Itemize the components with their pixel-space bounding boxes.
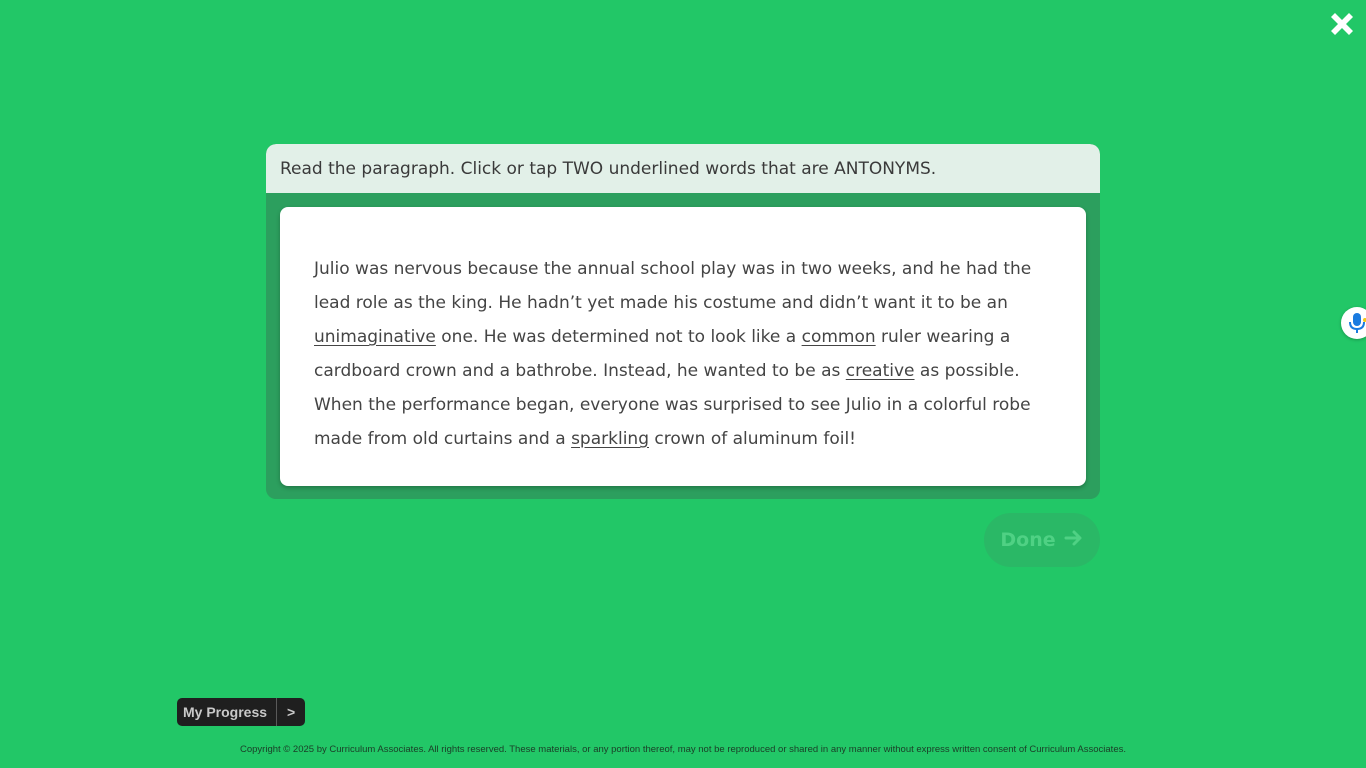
passage-paragraph: Julio was nervous because the annual sch… bbox=[314, 252, 1052, 456]
word-choice-common[interactable]: common bbox=[802, 327, 876, 347]
copyright-footer: Copyright © 2025 by Curriculum Associate… bbox=[240, 744, 1126, 755]
passage-text: Julio was nervous because the annual sch… bbox=[314, 259, 1032, 313]
microphone-button[interactable] bbox=[1341, 307, 1366, 339]
my-progress-label: My Progress bbox=[183, 704, 268, 720]
prompt-text: Read the paragraph. Click or tap TWO und… bbox=[280, 158, 937, 179]
my-progress-button[interactable]: My Progress > bbox=[177, 698, 306, 726]
passage-text: one. He was determined not to look like … bbox=[435, 327, 802, 347]
activity-screen: Read the paragraph. Click or tap TWO und… bbox=[0, 0, 1366, 768]
word-choice-unimaginative[interactable]: unimaginative bbox=[314, 327, 436, 347]
word-choice-sparkling[interactable]: sparkling bbox=[571, 429, 649, 449]
done-button[interactable]: Done bbox=[984, 513, 1100, 567]
my-progress-arrow: > bbox=[276, 698, 305, 726]
word-choice-creative[interactable]: creative bbox=[846, 361, 915, 381]
passage-box: Julio was nervous because the annual sch… bbox=[280, 207, 1086, 486]
prompt-bar: Read the paragraph. Click or tap TWO und… bbox=[266, 144, 1100, 193]
close-icon[interactable] bbox=[1326, 8, 1358, 40]
passage-text: crown of aluminum foil! bbox=[649, 429, 856, 449]
done-label: Done bbox=[1000, 529, 1056, 551]
arrow-right-icon bbox=[1064, 528, 1084, 552]
question-card: Read the paragraph. Click or tap TWO und… bbox=[266, 144, 1100, 499]
